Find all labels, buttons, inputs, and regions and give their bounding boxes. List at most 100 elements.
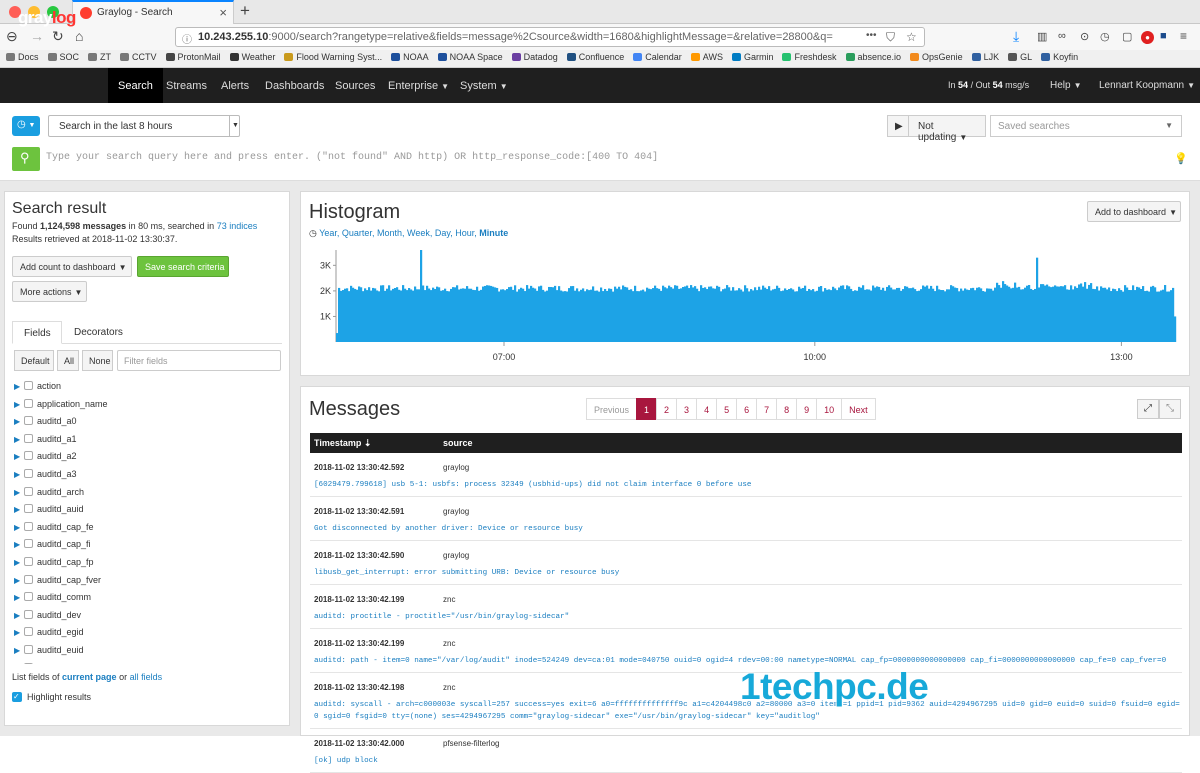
filter-all-button[interactable]: All [57,350,79,371]
histogram-bar[interactable] [806,290,809,342]
time-range-type-button[interactable]: ◷ ▼ [12,116,40,136]
histogram-bar[interactable] [920,289,923,342]
page-2[interactable]: 2 [656,398,678,420]
histogram-bar[interactable] [756,290,759,342]
histogram-bar[interactable] [1108,287,1111,342]
histogram-bar[interactable] [852,291,855,342]
histogram-bar[interactable] [1060,286,1063,342]
histogram-bar[interactable] [528,288,531,342]
histogram-bar[interactable] [558,286,561,342]
histogram-bar[interactable] [700,285,703,342]
histogram-bar[interactable] [970,288,973,342]
histogram-bar[interactable] [508,287,511,342]
histogram-bar[interactable] [972,287,975,342]
menu-icon[interactable]: ≡ [1180,29,1187,43]
histogram-bar[interactable] [580,289,583,342]
histogram-bar[interactable] [366,290,369,342]
nav-search[interactable]: Search [108,68,163,103]
histogram-bar[interactable] [472,289,475,342]
histogram-bar[interactable] [808,288,811,342]
histogram-bar[interactable] [596,290,599,342]
histogram-bar[interactable] [792,289,795,342]
histogram-bar[interactable] [680,288,683,342]
histogram-bar[interactable] [750,289,753,342]
histogram-bar[interactable] [620,289,623,342]
histogram-bar[interactable] [548,286,551,342]
all-fields-link[interactable]: all fields [130,672,163,682]
lightbulb-icon[interactable]: 💡 [1174,152,1188,165]
histogram-bar[interactable] [956,288,959,342]
site-info-icon[interactable]: ⓘ [182,31,192,46]
histogram-bar[interactable] [420,250,423,342]
histogram-bar[interactable] [690,285,693,342]
histogram-bar[interactable] [892,289,895,342]
bookmark-item[interactable]: absence.io [845,52,901,62]
histogram-bar[interactable] [770,290,773,342]
histogram-bar[interactable] [664,287,667,342]
histogram-bar[interactable] [712,288,715,342]
histogram-bar[interactable] [396,287,399,342]
histogram-bar[interactable] [822,291,825,342]
expand-triangle-icon[interactable]: ▶ [14,593,24,602]
histogram-bar[interactable] [902,289,905,342]
histogram-bar[interactable] [1076,287,1079,342]
histogram-bar[interactable] [666,288,669,342]
histogram-bar[interactable] [894,289,897,342]
histogram-bar[interactable] [460,288,463,342]
field-checkbox[interactable] [24,451,33,461]
histogram-bar[interactable] [698,291,701,342]
histogram-bar[interactable] [570,286,573,342]
histogram-bar[interactable] [746,288,749,342]
histogram-bar[interactable] [592,286,595,342]
histogram-bar[interactable] [1066,289,1069,342]
expand-triangle-icon[interactable]: ▶ [14,576,24,585]
field-checkbox[interactable] [24,504,33,514]
histogram-bar[interactable] [790,288,793,342]
histogram-bar[interactable] [364,288,367,342]
histogram-bar[interactable] [828,289,831,342]
bookmark-item[interactable]: AWS [690,52,723,62]
histogram-bar[interactable] [708,286,711,342]
histogram-bar[interactable] [832,286,835,342]
bookmark-item[interactable]: CCTV [120,52,157,62]
histogram-bar[interactable] [992,290,995,342]
histogram-bar[interactable] [392,288,395,342]
bookmark-item[interactable]: OpsGenie [910,52,963,62]
histogram-bar[interactable] [428,288,431,342]
histogram-bar[interactable] [1052,286,1055,342]
histogram-bar[interactable] [504,290,507,342]
histogram-bar[interactable] [930,285,933,342]
histogram-bar[interactable] [464,288,467,342]
histogram-bar[interactable] [634,285,637,342]
histogram-bar[interactable] [1092,288,1095,342]
histogram-bar[interactable] [1098,290,1101,342]
histogram-bar[interactable] [444,288,447,342]
histogram-bar[interactable] [1140,289,1143,342]
histogram-bar[interactable] [1086,288,1089,342]
histogram-bar[interactable] [904,286,907,342]
histogram-bar[interactable] [1158,291,1161,342]
histogram-bar[interactable] [612,291,615,342]
histogram-bar[interactable] [962,290,965,342]
histogram-bar[interactable] [1006,285,1009,342]
histogram-bar[interactable] [1056,286,1059,342]
histogram-bar[interactable] [544,291,547,342]
histogram-bar[interactable] [382,285,385,342]
histogram-bar[interactable] [748,291,751,342]
bookmark-item[interactable]: SOC [47,52,79,62]
histogram-bar[interactable] [408,288,411,342]
expand-triangle-icon[interactable]: ▶ [14,558,24,567]
histogram-bar[interactable] [1146,290,1149,342]
field-checkbox[interactable] [24,433,33,443]
histogram-bar[interactable] [880,289,883,342]
bookmark-item[interactable]: NOAA [391,52,429,62]
histogram-bar[interactable] [348,291,351,342]
field-item[interactable]: ▶ auditd_exe [14,662,284,664]
histogram-bar[interactable] [1042,284,1045,342]
histogram-bar[interactable] [1124,285,1127,342]
histogram-bar[interactable] [662,285,665,342]
histogram-bar[interactable] [798,286,801,342]
histogram-bar[interactable] [456,285,459,342]
histogram-bar[interactable] [1152,285,1155,342]
histogram-bar[interactable] [1010,288,1013,342]
